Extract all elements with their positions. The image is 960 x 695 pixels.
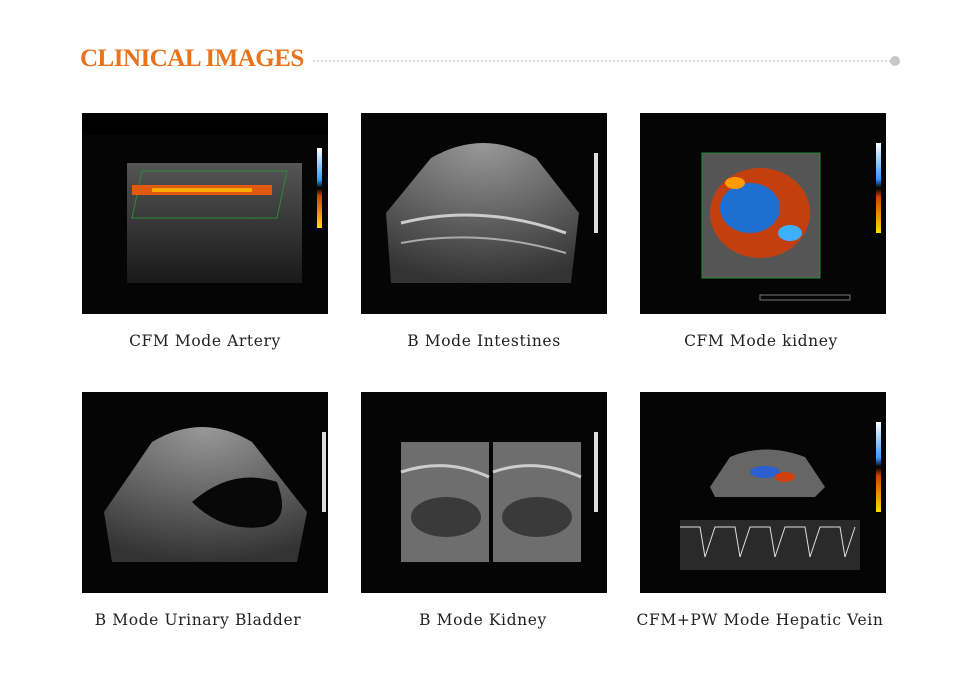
clinical-images-page: CLINICAL IMAGES CFM Mode Artery B Mode I… <box>0 0 960 695</box>
caption-cfm-pw-hepatic-vein: CFM+PW Mode Hepatic Vein <box>636 611 884 629</box>
ultrasound-image-cfm-artery <box>82 113 328 314</box>
caption-cfm-kidney: CFM Mode kidney <box>684 332 838 350</box>
ultrasound-image-b-intestines <box>361 113 607 314</box>
caption-b-intestines: B Mode Intestines <box>407 332 561 350</box>
caption-b-urinary-bladder: B Mode Urinary Bladder <box>94 611 302 629</box>
ultrasound-image-b-kidney <box>361 392 607 593</box>
section-title: CLINICAL IMAGES <box>80 45 304 72</box>
caption-b-kidney: B Mode Kidney <box>419 611 547 629</box>
ultrasound-image-cfm-pw-hepatic-vein <box>640 392 886 593</box>
ultrasound-image-cfm-kidney <box>640 113 886 314</box>
ultrasound-image-b-urinary-bladder <box>82 392 328 593</box>
divider-end-dot <box>890 56 900 66</box>
dotted-divider <box>313 60 891 62</box>
caption-cfm-artery: CFM Mode Artery <box>129 332 281 350</box>
